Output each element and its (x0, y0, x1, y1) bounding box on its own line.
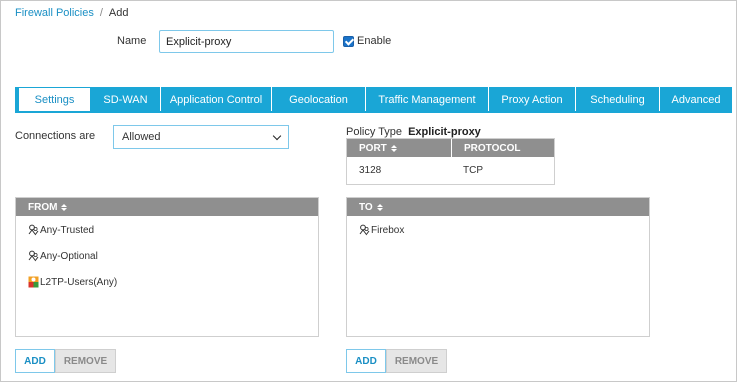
policy-type-value: Explicit-proxy (408, 126, 481, 138)
name-label: Name (117, 35, 147, 47)
chevron-down-icon (272, 131, 282, 140)
sort-icon (390, 144, 397, 152)
list-item-label: Any-Trusted (40, 224, 95, 236)
to-remove-button[interactable]: REMOVE (386, 349, 447, 373)
policy-type-label: Policy Type (346, 126, 403, 138)
list-item[interactable]: Firebox (359, 224, 404, 236)
table-row[interactable]: 3128 TCP (347, 157, 554, 184)
breadcrumb-current: Add (108, 7, 129, 19)
tab-sd-wan[interactable]: SD-WAN (91, 87, 161, 112)
breadcrumb-firewall-policies-link[interactable]: Firewall Policies (15, 7, 94, 19)
to-list: TO Firebox (346, 197, 650, 337)
policy-type: Policy Type Explicit-proxy (346, 126, 481, 138)
list-item-label: Any-Optional (40, 250, 98, 262)
alias-icon (359, 224, 370, 236)
from-add-button[interactable]: ADD (15, 349, 55, 373)
tab-advanced[interactable]: Advanced (660, 87, 732, 112)
tab-application-control[interactable]: Application Control (161, 87, 272, 112)
alias-icon (28, 224, 39, 236)
sort-icon (61, 203, 68, 211)
enable-checkbox[interactable] (343, 36, 354, 47)
connections-label: Connections are (15, 130, 96, 142)
sort-icon (376, 203, 383, 211)
to-list-header[interactable]: TO (347, 198, 649, 216)
protocol-cell: TCP (463, 165, 483, 176)
to-add-button[interactable]: ADD (346, 349, 386, 373)
tabs-underline (15, 111, 732, 113)
from-remove-button[interactable]: REMOVE (55, 349, 116, 373)
tab-proxy-action[interactable]: Proxy Action (489, 87, 576, 112)
list-item[interactable]: L2TP-Users(Any) (28, 276, 117, 288)
breadcrumb-separator: / (99, 7, 103, 19)
table-header-row: PORT PROTOCOL (347, 139, 554, 157)
list-item[interactable]: Any-Trusted (28, 224, 94, 236)
tab-scheduling[interactable]: Scheduling (576, 87, 660, 112)
port-cell: 3128 (359, 165, 382, 176)
tab-geolocation[interactable]: Geolocation (272, 87, 366, 112)
from-list: FROM Any-Trusted Any-Optional L2TP-Users… (15, 197, 319, 337)
policy-tabs: Settings SD-WAN Application Control Geol… (15, 87, 732, 112)
connections-selected-value: Allowed (122, 131, 161, 143)
enable-label: Enable (357, 35, 392, 47)
to-header-label: TO (359, 201, 373, 213)
alias-icon (28, 250, 39, 262)
from-header-label: FROM (28, 201, 58, 213)
protocol-column-header: PROTOCOL (451, 139, 554, 157)
port-header-label: PORT (359, 142, 387, 154)
list-item-label: L2TP-Users(Any) (40, 276, 118, 288)
list-item-label: Firebox (371, 224, 405, 236)
from-list-header[interactable]: FROM (16, 198, 318, 216)
connections-select[interactable]: Allowed (113, 125, 289, 149)
breadcrumb: Firewall Policies / Add (15, 7, 129, 19)
tab-settings[interactable]: Settings (15, 87, 91, 112)
tab-traffic-management[interactable]: Traffic Management (366, 87, 489, 112)
port-column-header[interactable]: PORT (347, 139, 451, 157)
list-item[interactable]: Any-Optional (28, 250, 98, 262)
name-input[interactable] (159, 30, 334, 53)
l2tp-users-icon (28, 276, 39, 288)
port-protocol-table: PORT PROTOCOL 3128 TCP (346, 138, 555, 185)
